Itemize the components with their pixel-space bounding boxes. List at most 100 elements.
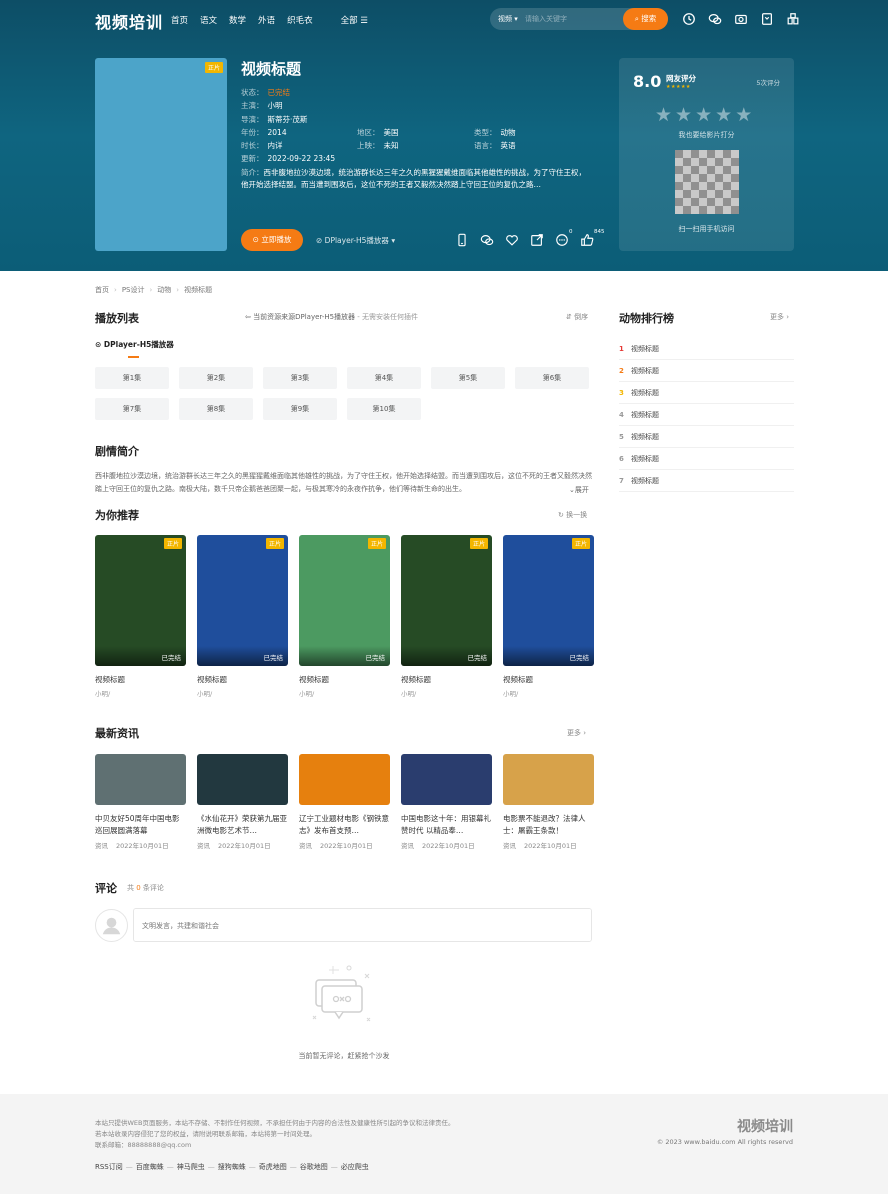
sort-order-button[interactable]: ⇵ 倒序 [566,312,588,322]
footer-link[interactable]: 神马爬虫 [177,1163,205,1171]
recommend-cover[interactable]: 正片 已完结 [401,535,492,666]
star-icon[interactable]: ★ [675,106,692,125]
breadcrumb-home[interactable]: 首页 [95,286,109,294]
rank-title[interactable]: 视频标题 [631,388,659,398]
star-icon[interactable]: ★ [695,106,712,125]
mobile-icon[interactable] [455,233,469,247]
episode-button[interactable]: 第8集 [179,398,253,420]
episode-button[interactable]: 第3集 [263,367,337,389]
favorite-icon[interactable] [505,233,519,247]
player-select[interactable]: ⊘ DPlayer-H5播放器 ▾ [316,235,395,246]
recommend-card[interactable]: 正片 已完结 视频标题 小明/ [299,535,390,698]
news-thumbnail[interactable] [503,754,594,805]
news-thumbnail[interactable] [299,754,390,805]
history-icon[interactable] [682,12,696,26]
nav-item-home[interactable]: 首页 [171,14,188,26]
tab-player-dplayer[interactable]: ⊙ DPlayer-H5播放器 [95,339,174,350]
episode-button[interactable]: 第9集 [263,398,337,420]
episode-button[interactable]: 第1集 [95,367,169,389]
news-headline[interactable]: 电影票不能退改？法律人士：屠霸王条款！ [503,813,594,837]
news-card[interactable]: 电影票不能退改？法律人士：屠霸王条款！ 资讯 2022年10月01日 [503,754,594,850]
news-card[interactable]: 《水仙花开》荣获第九届亚洲微电影艺术节… 资讯 2022年10月01日 [197,754,288,850]
news-thumbnail[interactable] [95,754,186,805]
search-input[interactable] [525,12,609,26]
news-headline[interactable]: 中贝友好50周年中国电影巡回展圆满落幕 [95,813,186,837]
recommend-cover[interactable]: 正片 已完结 [503,535,594,666]
news-headline[interactable]: 辽宁工业题材电影《钢铁意志》发布首支预… [299,813,390,837]
news-card[interactable]: 辽宁工业题材电影《钢铁意志》发布首支预… 资讯 2022年10月01日 [299,754,390,850]
news-more-link[interactable]: 更多 › [567,728,586,738]
recommend-name[interactable]: 视频标题 [197,674,288,685]
nav-item-foreign-language[interactable]: 外语 [258,14,275,26]
recommend-card[interactable]: 正片 已完结 视频标题 小明/ [401,535,492,698]
footer-link[interactable]: RSS订阅 [95,1163,123,1171]
ranking-item[interactable]: 7 视频标题 [619,470,794,492]
news-thumbnail[interactable] [401,754,492,805]
ranking-item[interactable]: 5 视频标题 [619,426,794,448]
recommend-card[interactable]: 正片 已完结 视频标题 小明/ [503,535,594,698]
site-logo[interactable]: 视频培训 [95,9,163,33]
recommend-cover[interactable]: 正片 已完结 [95,535,186,666]
star-icon[interactable]: ★ [715,106,732,125]
expand-button[interactable]: ⌄展开 [567,485,589,495]
recommend-name[interactable]: 视频标题 [503,674,594,685]
ranking-item[interactable]: 4 视频标题 [619,404,794,426]
episode-button[interactable]: 第7集 [95,398,169,420]
recommend-cover[interactable]: 正片 已完结 [299,535,390,666]
play-now-button[interactable]: ⊙ 立即播放 [241,229,303,251]
search-button[interactable]: ⌕ 搜索 [623,8,668,30]
recommend-name[interactable]: 视频标题 [95,674,186,685]
news-card[interactable]: 中国电影这十年：用银幕礼赞时代 以精品奉… 资讯 2022年10月01日 [401,754,492,850]
apps-icon[interactable] [786,12,800,26]
share-icon[interactable] [530,233,544,247]
episode-button[interactable]: 第5集 [431,367,505,389]
recommend-name[interactable]: 视频标题 [401,674,492,685]
ranking-item[interactable]: 2 视频标题 [619,360,794,382]
episode-button[interactable]: 第4集 [347,367,421,389]
news-headline[interactable]: 中国电影这十年：用银幕礼赞时代 以精品奉… [401,813,492,837]
rank-title[interactable]: 视频标题 [631,344,659,354]
star-icon[interactable]: ★ [655,106,672,125]
footer-link[interactable]: 必应爬虫 [341,1163,369,1171]
nav-item-knitting[interactable]: 织毛衣 [287,14,313,26]
breadcrumb-subcategory[interactable]: 动物 [157,286,171,294]
rank-title[interactable]: 视频标题 [631,454,659,464]
news-card[interactable]: 中贝友好50周年中国电影巡回展圆满落幕 资讯 2022年10月01日 [95,754,186,850]
news-thumbnail[interactable] [197,754,288,805]
ranking-item[interactable]: 1 视频标题 [619,338,794,360]
ranking-item[interactable]: 3 视频标题 [619,382,794,404]
bookmark-icon[interactable] [760,12,774,26]
nav-item-math[interactable]: 数学 [229,14,246,26]
recommend-cover[interactable]: 正片 已完结 [197,535,288,666]
episode-button[interactable]: 第10集 [347,398,421,420]
footer-link[interactable]: 谷歌地图 [300,1163,328,1171]
comment-action[interactable]: 0 [555,229,573,247]
star-icon[interactable]: ★ [735,106,752,125]
wechat-icon[interactable] [708,12,722,26]
ranking-item[interactable]: 6 视频标题 [619,448,794,470]
footer-link[interactable]: 搜狗蜘蛛 [218,1163,246,1171]
rank-title[interactable]: 视频标题 [631,476,659,486]
like-action[interactable]: 845 [580,229,605,247]
search-category-select[interactable]: 视频 ▾ [498,14,518,24]
comment-input[interactable] [133,908,592,942]
rank-title[interactable]: 视频标题 [631,366,659,376]
camera-icon[interactable] [734,12,748,26]
nav-item-all[interactable]: 全部 ☰ [341,14,368,26]
cast-value[interactable]: 小明 [268,101,283,110]
rank-title[interactable]: 视频标题 [631,410,659,420]
recommend-card[interactable]: 正片 已完结 视频标题 小明/ [197,535,288,698]
news-headline[interactable]: 《水仙花开》荣获第九届亚洲微电影艺术节… [197,813,288,837]
episode-button[interactable]: 第2集 [179,367,253,389]
refresh-button[interactable]: ↻ 换一换 [558,510,587,520]
recommend-card[interactable]: 正片 已完结 视频标题 小明/ [95,535,186,698]
video-poster[interactable]: 正片 [95,58,227,251]
director-value[interactable]: 斯蒂芬·茂斯 [268,115,308,124]
wechat-share-icon[interactable] [480,233,494,247]
nav-item-chinese[interactable]: 语文 [200,14,217,26]
ranking-more-link[interactable]: 更多 › [770,312,789,322]
rank-title[interactable]: 视频标题 [631,432,659,442]
footer-link[interactable]: 百度蜘蛛 [136,1163,164,1171]
footer-link[interactable]: 奇虎地图 [259,1163,287,1171]
breadcrumb-category[interactable]: PS设计 [122,286,145,294]
